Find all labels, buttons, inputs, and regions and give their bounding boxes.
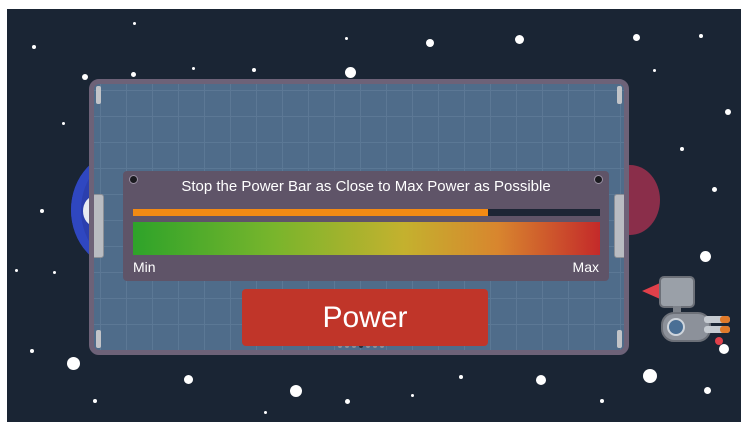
star [131,72,136,77]
star [643,369,657,383]
star [725,109,731,115]
ship-light [715,337,723,345]
star [704,387,711,394]
star [653,69,656,72]
panel-corner-bracket [617,330,622,348]
star [32,45,36,49]
star [426,39,434,47]
min-label: Min [133,259,156,275]
panel-corner-bracket [96,330,101,348]
ship-porthole [667,318,685,336]
panel-corner-bracket [96,86,101,104]
star [30,349,34,353]
star [345,399,350,404]
star [459,375,463,379]
star [67,357,80,370]
star [252,68,256,72]
star [515,35,524,44]
star [345,67,356,78]
star [40,209,44,213]
ship-cockpit [659,276,695,308]
power-button[interactable]: Power [242,289,488,346]
ship-nose-cone [642,283,660,299]
instruction-card: Stop the Power Bar as Close to Max Power… [123,171,609,281]
star [600,399,604,403]
ship-flame [720,326,730,333]
max-label: Max [572,259,599,275]
timing-bar [133,209,600,216]
star [633,34,640,41]
star [290,385,302,397]
star [15,269,18,272]
star [62,122,65,125]
star [712,187,717,192]
star [264,411,267,414]
instruction-text: Stop the Power Bar as Close to Max Power… [181,178,551,195]
panel-side-clamp-right [614,194,624,258]
star [192,67,195,70]
power-meter [133,222,600,255]
star [133,22,136,25]
star [184,375,193,384]
ship-flame [720,316,730,323]
star [345,37,348,40]
spaceship-icon [642,276,730,345]
star [82,74,88,80]
star [53,271,56,274]
star [700,251,711,262]
star [93,399,97,403]
star [536,375,546,385]
panel-side-clamp-left [94,194,104,258]
star [680,147,684,151]
star [699,34,703,38]
timing-bar-fill [133,209,488,216]
panel-corner-bracket [617,86,622,104]
star [411,394,414,397]
